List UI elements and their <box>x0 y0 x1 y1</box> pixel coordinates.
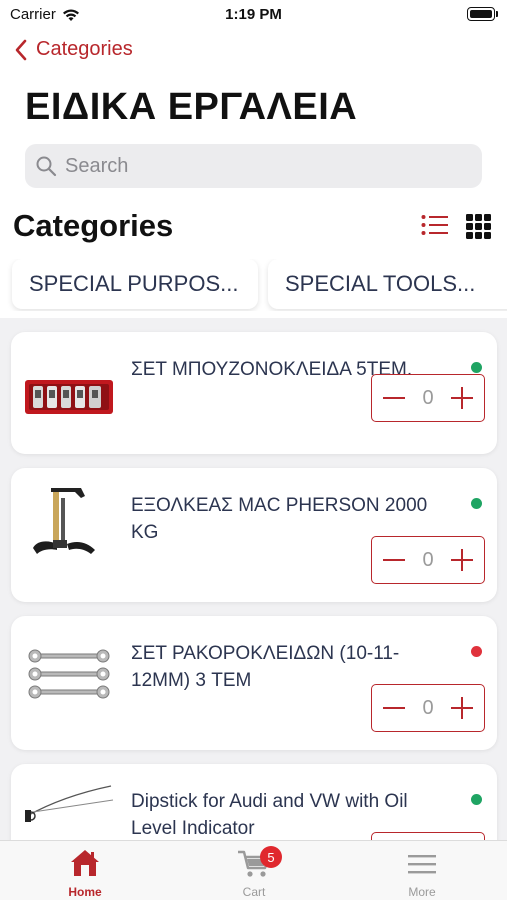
product-card[interactable]: ΣΕΤ ΜΠΟΥΖΟΝΟΚΛΕΙΔΑ 5ΤΕΜ. 0 <box>11 332 497 454</box>
increase-quantity-button[interactable] <box>450 386 474 410</box>
product-image-spring-compressor <box>33 488 95 554</box>
quantity-stepper: 0 <box>371 374 485 422</box>
product-image-socket-set <box>25 380 113 414</box>
decrease-quantity-button[interactable] <box>382 386 406 410</box>
stock-status-dot <box>471 362 482 373</box>
page-title: ΕΙΔΙΚΑ ΕΡΓΑΛΕΙΑ <box>25 86 358 128</box>
grid-view-button[interactable] <box>466 214 491 239</box>
menu-icon <box>408 855 436 874</box>
increase-quantity-button[interactable] <box>450 696 474 720</box>
status-time: 1:19 PM <box>225 6 282 23</box>
increase-quantity-button[interactable] <box>450 548 474 572</box>
quantity-stepper: 0 <box>371 832 485 840</box>
product-card[interactable]: ΕΞΟΛΚΕΑΣ MAC PHERSON 2000 KG 0 <box>11 468 497 602</box>
home-icon <box>71 850 99 876</box>
product-image-dipstick <box>25 785 114 822</box>
quantity-stepper: 0 <box>371 684 485 732</box>
grid-view-icon <box>466 214 491 239</box>
tab-bar: Home 5 Cart More <box>0 840 507 900</box>
decrease-quantity-button[interactable] <box>382 548 406 572</box>
tab-cart-label: Cart <box>242 885 266 899</box>
category-chip[interactable]: SPECIAL PURPOS... <box>12 259 258 309</box>
product-image-flare-nut-wrenches <box>28 649 110 699</box>
cart-count-badge: 5 <box>260 846 282 868</box>
tab-more-label: More <box>408 885 436 899</box>
quantity-value[interactable]: 0 <box>422 549 433 572</box>
back-button[interactable]: Categories <box>14 38 133 61</box>
search-bar[interactable] <box>25 144 482 188</box>
battery-icon <box>467 7 498 21</box>
product-list[interactable]: ΣΕΤ ΜΠΟΥΖΟΝΟΚΛΕΙΔΑ 5ΤΕΜ. 0 ΕΞΟΛΚΕΑΣ MAC … <box>0 318 507 840</box>
tab-home[interactable]: Home <box>35 841 135 900</box>
stock-status-dot <box>471 498 482 509</box>
status-bar: Carrier 1:19 PM <box>0 0 507 30</box>
list-view-icon <box>421 215 448 235</box>
list-view-button[interactable] <box>421 214 449 236</box>
stock-status-dot <box>471 794 482 805</box>
back-label: Categories <box>36 38 133 60</box>
decrease-quantity-button[interactable] <box>382 696 406 720</box>
product-card[interactable]: ΣΕΤ ΡΑΚΟΡΟΚΛΕΙΔΩΝ (10-11-12MM) 3 TEM 0 <box>11 616 497 750</box>
category-chip[interactable]: SPECIAL TOOLS... <box>268 259 507 309</box>
chevron-left-icon <box>15 39 27 60</box>
quantity-value[interactable]: 0 <box>422 387 433 410</box>
tab-home-label: Home <box>68 885 102 899</box>
category-chips: SPECIAL PURPOS... SPECIAL TOOLS... <box>0 259 507 311</box>
search-input[interactable] <box>65 154 465 178</box>
product-card[interactable]: Dipstick for Audi and VW with Oil Level … <box>11 764 497 840</box>
stock-status-dot <box>471 646 482 657</box>
quantity-stepper: 0 <box>371 536 485 584</box>
search-icon <box>36 156 57 177</box>
quantity-value[interactable]: 0 <box>422 697 433 720</box>
section-title: Categories <box>13 208 174 243</box>
tab-more[interactable]: More <box>372 841 472 900</box>
tab-cart[interactable]: 5 Cart <box>204 841 304 900</box>
